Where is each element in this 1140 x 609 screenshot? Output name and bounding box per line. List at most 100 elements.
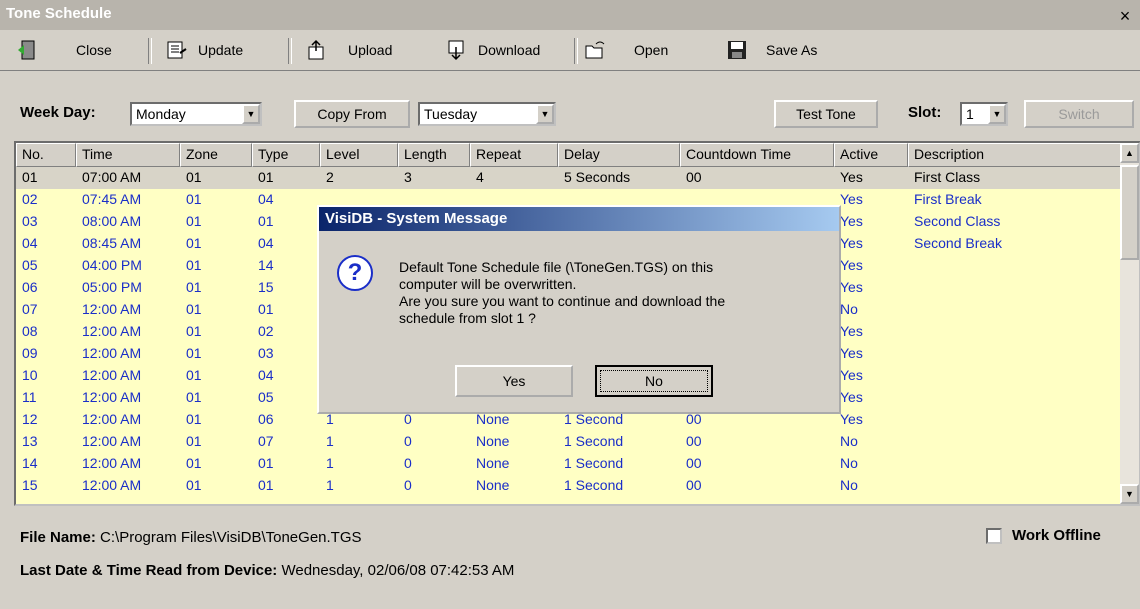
column-header[interactable]: Level: [320, 143, 398, 167]
table-cell: 12:00 AM: [82, 455, 142, 471]
work-offline-checkbox[interactable]: [986, 528, 1002, 544]
slot-value: 1: [966, 106, 974, 122]
door-exit-icon: [18, 40, 35, 60]
table-cell: 5 Seconds: [564, 169, 631, 185]
table-cell: 1 Second: [564, 455, 624, 471]
system-message-dialog: VisiDB - System Message ? Default Tone S…: [317, 205, 841, 414]
toolbar-separator: [288, 38, 292, 64]
open-folder-icon: [585, 41, 605, 59]
table-cell: 12:00 AM: [82, 411, 142, 427]
table-row[interactable]: 01 07:00 AM 01 01 2 3 4 5 Seconds 00 Yes First Cla…: [16, 167, 1122, 189]
copy-from-select[interactable]: Tuesday ▼: [418, 102, 556, 126]
chevron-down-icon[interactable]: ▼: [988, 104, 1006, 124]
table-cell: 1: [326, 477, 334, 493]
vertical-scrollbar[interactable]: ▲ ▼: [1120, 143, 1139, 504]
copy-from-button[interactable]: Copy From: [294, 100, 410, 128]
table-cell: 1: [326, 455, 334, 471]
table-row[interactable]: 13 12:00 AM 01 07 1 0 None 1 Second 00 No: [16, 431, 1122, 453]
table-cell: 01: [186, 169, 202, 185]
slot-select[interactable]: 1 ▼: [960, 102, 1008, 126]
table-cell: 15: [22, 477, 38, 493]
table-cell: 01: [186, 191, 202, 207]
scroll-down-icon[interactable]: ▼: [1120, 484, 1139, 504]
toolbar-separator: [574, 38, 578, 64]
table-cell: 12:00 AM: [82, 389, 142, 405]
table-cell: 12:00 AM: [82, 433, 142, 449]
table-row[interactable]: 14 12:00 AM 01 01 1 0 None 1 Second 00 No: [16, 453, 1122, 475]
dialog-line: schedule from slot 1 ?: [399, 310, 536, 326]
column-header[interactable]: Delay: [558, 143, 680, 167]
table-cell: 11: [22, 389, 37, 405]
last-read-value: Wednesday, 02/06/08 07:42:53 AM: [281, 562, 515, 579]
upload-icon: [308, 39, 324, 60]
floppy-disk-icon: [728, 41, 746, 59]
close-button[interactable]: Close: [16, 37, 112, 63]
column-header[interactable]: No.: [16, 143, 76, 167]
column-header[interactable]: Length: [398, 143, 470, 167]
download-label: Download: [478, 42, 541, 58]
column-header[interactable]: Description: [908, 143, 1122, 167]
open-label: Open: [634, 42, 669, 58]
scroll-thumb[interactable]: [1120, 165, 1139, 260]
column-header[interactable]: Countdown Time: [680, 143, 834, 167]
work-offline-label: Work Offline: [1012, 527, 1101, 544]
table-cell: 08: [22, 323, 38, 339]
table-cell: 01: [186, 213, 202, 229]
table-cell: 01: [22, 169, 38, 185]
title-bar: Tone Schedule ×: [0, 0, 1140, 30]
file-name-label: File Name:: [20, 529, 96, 546]
table-cell: 01: [186, 257, 202, 273]
week-day-label: Week Day:: [20, 104, 96, 121]
table-cell: No: [840, 301, 858, 317]
file-name-value: C:\Program Files\VisiDB\ToneGen.TGS: [100, 529, 362, 546]
dialog-line: Default Tone Schedule file (\ToneGen.TGS…: [399, 259, 714, 275]
open-button[interactable]: Open: [584, 37, 668, 63]
table-cell: 00: [686, 433, 702, 449]
column-header[interactable]: Time: [76, 143, 180, 167]
table-cell: 04: [258, 235, 274, 251]
table-cell: Yes: [840, 345, 863, 361]
copy-from-value: Tuesday: [424, 106, 478, 122]
update-button[interactable]: Update: [166, 37, 243, 63]
scroll-up-icon[interactable]: ▲: [1120, 143, 1139, 163]
switch-button[interactable]: Switch: [1024, 100, 1134, 128]
table-cell: 2: [326, 169, 334, 185]
table-cell: 06: [258, 411, 274, 427]
download-icon: [448, 40, 464, 61]
download-button[interactable]: Download: [446, 37, 540, 63]
week-day-select[interactable]: Monday ▼: [130, 102, 262, 126]
filter-bar: Week Day: Monday ▼ Copy From Tuesday ▼ T…: [0, 90, 1140, 130]
no-button[interactable]: No: [595, 365, 713, 397]
table-cell: 04: [258, 367, 274, 383]
table-cell: None: [476, 477, 510, 493]
column-header[interactable]: Zone: [180, 143, 252, 167]
table-cell: 0: [404, 477, 412, 493]
table-cell: 14: [258, 257, 274, 273]
table-cell: 00: [686, 477, 702, 493]
save-as-button[interactable]: Save As: [726, 37, 817, 63]
table-cell: 01: [258, 301, 274, 317]
table-cell: 14: [22, 455, 38, 471]
table-cell: No: [840, 433, 858, 449]
table-cell: 00: [686, 169, 702, 185]
close-window-icon[interactable]: ×: [1114, 6, 1136, 26]
column-header[interactable]: Repeat: [470, 143, 558, 167]
window-title: Tone Schedule: [6, 5, 112, 22]
table-cell: 09: [22, 345, 38, 361]
test-tone-button[interactable]: Test Tone: [774, 100, 878, 128]
table-cell: 01: [186, 367, 202, 383]
upload-button[interactable]: Upload: [306, 37, 392, 63]
toolbar-separator: [148, 38, 152, 64]
yes-button[interactable]: Yes: [455, 365, 573, 397]
table-cell: 01: [186, 323, 202, 339]
last-read-row: Last Date & Time Read from Device: Wedne…: [20, 562, 514, 579]
chevron-down-icon[interactable]: ▼: [536, 104, 554, 124]
table-cell: 01: [186, 301, 202, 317]
toolbar: Close Update Upload Download Open Save A…: [0, 30, 1140, 71]
column-header[interactable]: Active: [834, 143, 908, 167]
column-header[interactable]: Type: [252, 143, 320, 167]
table-cell: 07:00 AM: [82, 169, 142, 185]
chevron-down-icon[interactable]: ▼: [242, 104, 260, 124]
table-cell: 07: [258, 433, 274, 449]
table-row[interactable]: 15 12:00 AM 01 01 1 0 None 1 Second 00 No: [16, 475, 1122, 497]
